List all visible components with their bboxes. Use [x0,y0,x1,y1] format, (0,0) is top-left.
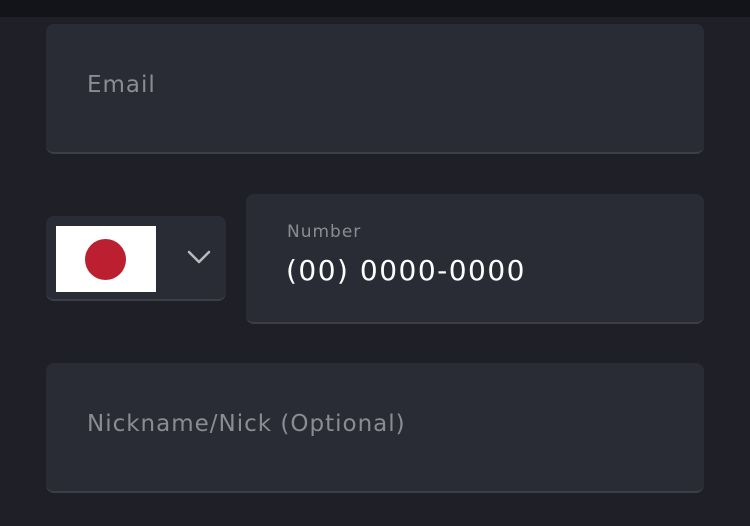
flag-disc [85,239,126,280]
top-bar [0,0,750,17]
chevron-down-icon [187,250,211,264]
email-field[interactable]: Email [46,24,704,154]
nickname-field[interactable]: Nickname/Nick (Optional) [46,363,704,493]
number-label: Number [287,222,362,242]
country-code-select[interactable] [46,216,226,301]
email-placeholder: Email [87,72,156,98]
phone-number-value: (00) 0000-0000 [286,254,526,287]
phone-number-field[interactable]: Number (00) 0000-0000 [246,194,704,324]
nickname-placeholder: Nickname/Nick (Optional) [87,411,406,437]
japan-flag-icon [56,226,156,292]
